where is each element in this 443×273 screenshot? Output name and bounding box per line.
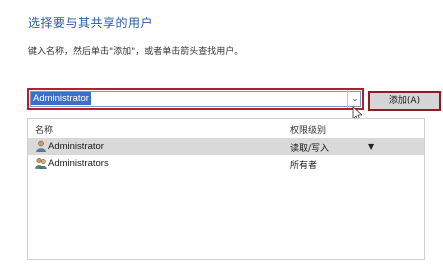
users-group-icon	[35, 158, 47, 169]
table-row[interactable]: Administrator 读取/写入 ▼	[28, 138, 424, 155]
column-header-name[interactable]: 名称	[35, 123, 53, 136]
user-permission-list: 名称 权限级别 Administrator 读取/写入 ▼ Administra…	[27, 118, 425, 260]
dialog-heading: 选择要与其共享的用户	[28, 16, 154, 30]
user-name-input[interactable]: Administrator	[31, 92, 91, 105]
add-button[interactable]: 添加(A)	[368, 91, 441, 111]
caret-down-icon[interactable]: ▼	[368, 142, 374, 151]
list-header: 名称 权限级别	[28, 119, 424, 137]
row-name: Administrator	[48, 141, 104, 152]
user-icon	[36, 140, 46, 152]
column-header-permission[interactable]: 权限级别	[290, 123, 326, 136]
row-permission: 所有者	[290, 161, 318, 171]
user-name-combobox[interactable]: Administrator ⌄	[27, 88, 364, 110]
row-permission[interactable]: 读取/写入	[290, 141, 329, 154]
table-row[interactable]: Administrators 所有者	[28, 155, 424, 172]
row-name: Administrators	[48, 158, 109, 169]
instruction-text: 键入名称，然后单击"添加"，或者单击箭头查找用户。	[28, 47, 244, 57]
